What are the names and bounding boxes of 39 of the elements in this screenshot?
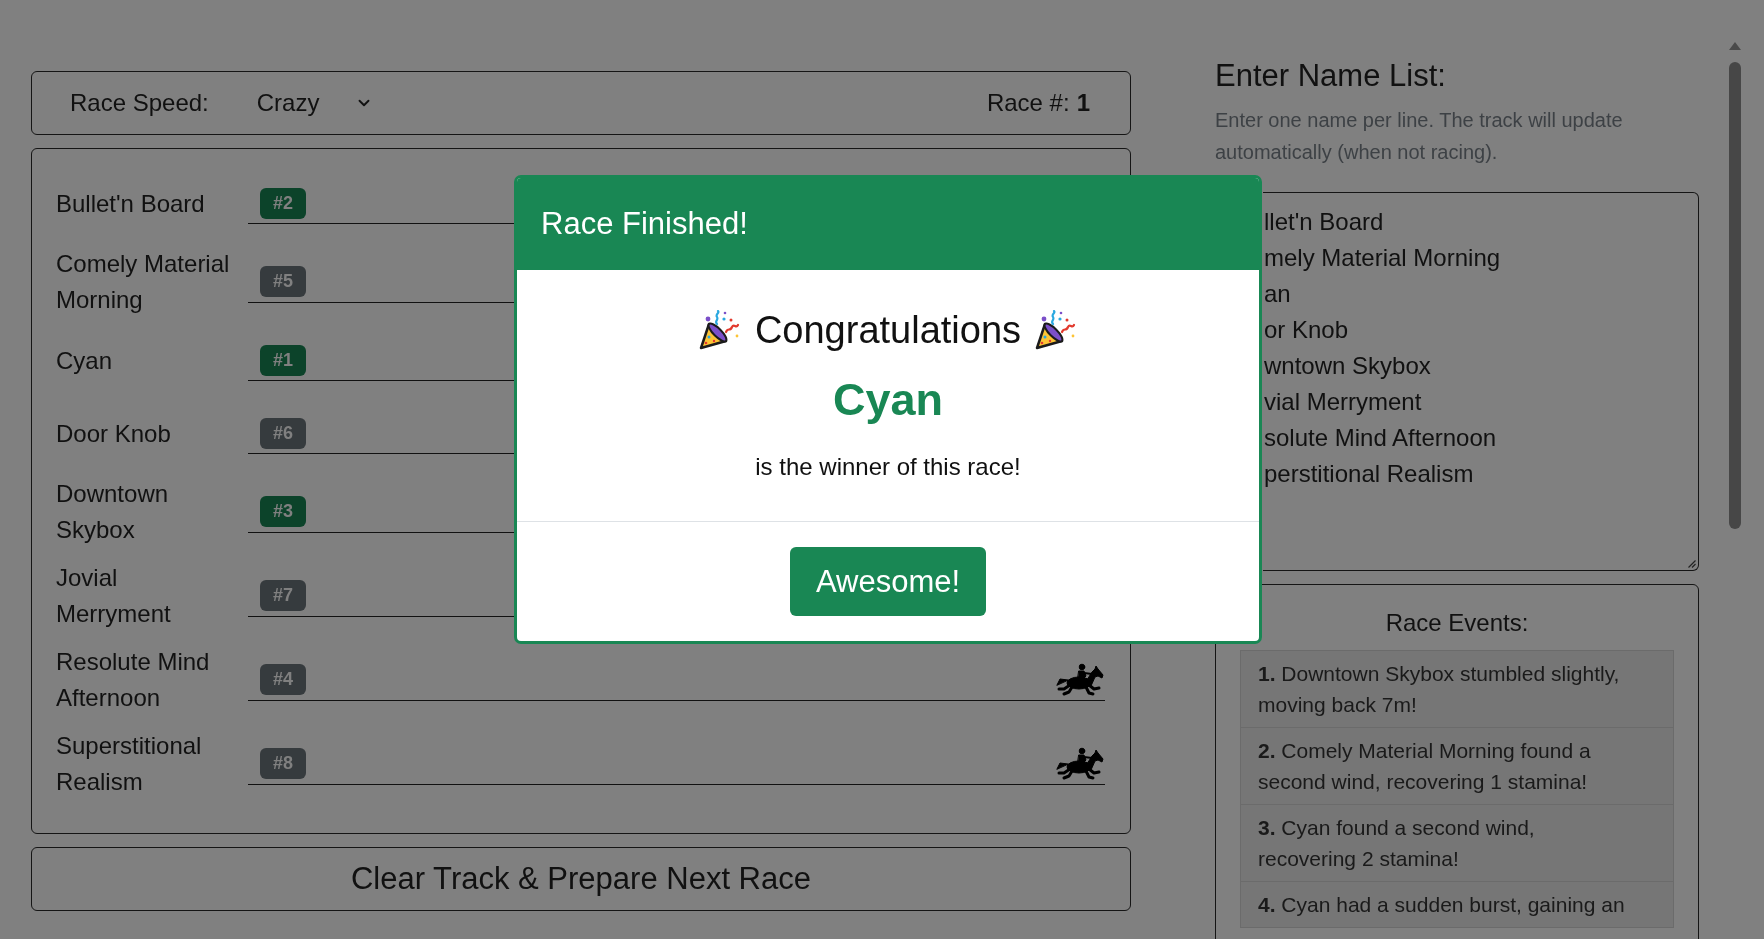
race-event-item: 4. Cyan had a sudden burst, gaining an — [1240, 882, 1674, 928]
race-number-label: Race #: — [986, 89, 1070, 117]
rank-badge: #2 — [260, 187, 306, 219]
party-popper-icon — [1035, 310, 1078, 350]
runner-name: Comely Material Morning — [56, 249, 231, 315]
rank-badge: #5 — [260, 266, 306, 297]
scrollbar-thumb[interactable] — [1729, 62, 1741, 529]
race-event-item: 2. Comely Material Morning found a second wind, recovering 1 stamina! — [1240, 728, 1674, 805]
winner-name: Cyan — [832, 373, 943, 427]
party-popper-icon — [698, 310, 741, 350]
runner-name: Jovial Merryment — [56, 563, 172, 629]
awesome-button[interactable]: Awesome! — [789, 547, 987, 616]
rank-badge: #1 — [260, 344, 306, 376]
runner-name: Downtown Skybox — [56, 479, 170, 545]
name-list-heading: Enter Name List: — [1215, 57, 1447, 94]
rank-badge: #4 — [260, 664, 306, 695]
race-speed-label: Race Speed: — [70, 89, 209, 117]
race-number-value: 1 — [1076, 89, 1090, 117]
runner-name: Bullet'n Board — [56, 188, 206, 219]
congratulations-heading: Congratulations — [754, 308, 1022, 353]
race-speed-select[interactable]: Crazy — [256, 89, 374, 117]
rank-badge: #7 — [260, 580, 306, 611]
winner-message: is the winner of this race! — [755, 452, 1021, 482]
resize-handle-icon[interactable] — [1686, 558, 1696, 568]
race-event-item: 1. Downtown Skybox stumbled slightly, moving back 7m! — [1240, 650, 1674, 728]
runner-name: Resolute Mind Afternoon — [56, 647, 211, 713]
name-list-help-text: Enter one name per line. The track will update automatically (when not racing). — [1215, 108, 1624, 165]
rank-badge: #8 — [260, 748, 306, 779]
clear-track-button[interactable]: Clear Track & Prepare Next Race — [31, 847, 1131, 911]
runner-name: Cyan — [56, 345, 114, 376]
race-events-heading: Race Events: — [1384, 608, 1530, 638]
scroll-up-arrow-icon[interactable] — [1729, 41, 1741, 50]
rank-badge: #3 — [260, 496, 306, 527]
name-list-field[interactable]: llet'n Board mely Material Morning an or Knob wntown Skybox vial Merryment solute Mind Afternoon perstitional Realism — [1263, 192, 1699, 571]
runner-name: Superstitional Realism — [56, 731, 203, 797]
race-event-item: 3. Cyan found a second wind, recovering 2 stamina! — [1240, 805, 1674, 882]
dialog-title: Race Finished! — [541, 206, 748, 242]
runner-name: Door Knob — [56, 418, 172, 449]
rank-badge: #6 — [260, 417, 306, 449]
